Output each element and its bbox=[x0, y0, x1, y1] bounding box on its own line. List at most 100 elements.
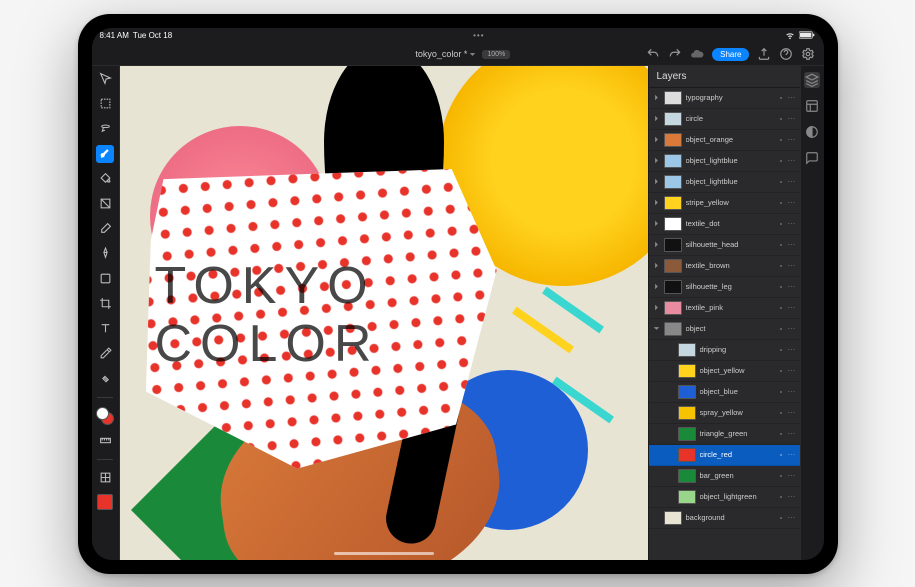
chevron-right-icon[interactable] bbox=[653, 220, 660, 227]
visibility-icon[interactable] bbox=[777, 388, 785, 396]
redo-button[interactable] bbox=[668, 47, 682, 61]
chevron-right-icon[interactable] bbox=[653, 304, 660, 311]
chevron-right-icon[interactable] bbox=[653, 199, 660, 206]
layer-row[interactable]: textile_brown⋯ bbox=[649, 256, 800, 277]
tool-type[interactable] bbox=[96, 320, 114, 338]
visibility-icon[interactable] bbox=[777, 493, 785, 501]
visibility-icon[interactable] bbox=[777, 409, 785, 417]
active-color-swatch[interactable] bbox=[97, 494, 113, 510]
tool-pen[interactable] bbox=[96, 245, 114, 263]
chevron-right-icon[interactable] bbox=[653, 178, 660, 185]
visibility-icon[interactable] bbox=[777, 178, 785, 186]
layers-list[interactable]: typography⋯circle⋯object_orange⋯object_l… bbox=[649, 88, 800, 560]
more-icon[interactable]: ⋯ bbox=[788, 283, 796, 291]
layer-row[interactable]: dripping⋯ bbox=[649, 340, 800, 361]
more-icon[interactable]: ⋯ bbox=[788, 388, 796, 396]
layer-row[interactable]: object⋯ bbox=[649, 319, 800, 340]
tool-gradient[interactable] bbox=[96, 195, 114, 213]
visibility-icon[interactable] bbox=[777, 346, 785, 354]
tool-brush[interactable] bbox=[96, 145, 114, 163]
more-icon[interactable]: ⋯ bbox=[788, 493, 796, 501]
export-icon[interactable] bbox=[757, 47, 771, 61]
properties-tab-icon[interactable] bbox=[804, 98, 820, 114]
layer-row[interactable]: object_orange⋯ bbox=[649, 130, 800, 151]
home-indicator[interactable] bbox=[334, 552, 434, 555]
visibility-icon[interactable] bbox=[777, 367, 785, 375]
visibility-icon[interactable] bbox=[777, 220, 785, 228]
layers-tab-icon[interactable] bbox=[804, 72, 820, 88]
chevron-right-icon[interactable] bbox=[653, 94, 660, 101]
visibility-icon[interactable] bbox=[777, 514, 785, 522]
tool-eyedrop[interactable] bbox=[96, 345, 114, 363]
more-icon[interactable]: ⋯ bbox=[788, 115, 796, 123]
layer-row[interactable]: triangle_green⋯ bbox=[649, 424, 800, 445]
visibility-icon[interactable] bbox=[777, 262, 785, 270]
chevron-right-icon[interactable] bbox=[653, 283, 660, 290]
visibility-icon[interactable] bbox=[777, 451, 785, 459]
layer-row[interactable]: object_yellow⋯ bbox=[649, 361, 800, 382]
layer-row[interactable]: object_blue⋯ bbox=[649, 382, 800, 403]
tool-grid[interactable] bbox=[96, 469, 114, 487]
comments-tab-icon[interactable] bbox=[804, 150, 820, 166]
layer-row[interactable]: silhouette_head⋯ bbox=[649, 235, 800, 256]
chevron-right-icon[interactable] bbox=[653, 157, 660, 164]
layer-row[interactable]: background⋯ bbox=[649, 508, 800, 529]
foreground-swatch[interactable] bbox=[96, 407, 109, 420]
layer-row[interactable]: spray_yellow⋯ bbox=[649, 403, 800, 424]
share-button[interactable]: Share bbox=[712, 48, 749, 61]
visibility-icon[interactable] bbox=[777, 115, 785, 123]
layer-row[interactable]: circle_red⋯ bbox=[649, 445, 800, 466]
more-icon[interactable]: ⋯ bbox=[788, 430, 796, 438]
visibility-icon[interactable] bbox=[777, 304, 785, 312]
layer-row[interactable]: circle⋯ bbox=[649, 109, 800, 130]
more-icon[interactable]: ⋯ bbox=[788, 94, 796, 102]
canvas[interactable]: TOKYO COLOR bbox=[120, 66, 648, 560]
visibility-icon[interactable] bbox=[777, 283, 785, 291]
tool-ruler[interactable] bbox=[96, 432, 114, 450]
layer-row[interactable]: silhouette_leg⋯ bbox=[649, 277, 800, 298]
tool-fill[interactable] bbox=[96, 170, 114, 188]
more-icon[interactable]: ⋯ bbox=[788, 451, 796, 459]
multitask-dots-icon[interactable]: ••• bbox=[473, 31, 484, 40]
adjustments-tab-icon[interactable] bbox=[804, 124, 820, 140]
more-icon[interactable]: ⋯ bbox=[788, 367, 796, 375]
layer-row[interactable]: bar_green⋯ bbox=[649, 466, 800, 487]
document-title-area[interactable]: tokyo_color * 100% bbox=[415, 49, 510, 59]
layer-row[interactable]: object_lightblue⋯ bbox=[649, 172, 800, 193]
layer-row[interactable]: textile_pink⋯ bbox=[649, 298, 800, 319]
visibility-icon[interactable] bbox=[777, 325, 785, 333]
undo-button[interactable] bbox=[646, 47, 660, 61]
visibility-icon[interactable] bbox=[777, 472, 785, 480]
cloud-sync-icon[interactable] bbox=[690, 47, 704, 61]
tool-shape[interactable] bbox=[96, 270, 114, 288]
layer-row[interactable]: stripe_yellow⋯ bbox=[649, 193, 800, 214]
layer-row[interactable]: typography⋯ bbox=[649, 88, 800, 109]
visibility-icon[interactable] bbox=[777, 430, 785, 438]
settings-gear-icon[interactable] bbox=[801, 47, 815, 61]
more-icon[interactable]: ⋯ bbox=[788, 325, 796, 333]
chevron-right-icon[interactable] bbox=[653, 115, 660, 122]
layer-row[interactable]: object_lightblue⋯ bbox=[649, 151, 800, 172]
chevron-right-icon[interactable] bbox=[653, 136, 660, 143]
chevron-right-icon[interactable] bbox=[653, 262, 660, 269]
more-icon[interactable]: ⋯ bbox=[788, 178, 796, 186]
more-icon[interactable]: ⋯ bbox=[788, 409, 796, 417]
chevron-down-icon[interactable] bbox=[653, 325, 660, 332]
more-icon[interactable]: ⋯ bbox=[788, 199, 796, 207]
visibility-icon[interactable] bbox=[777, 136, 785, 144]
help-icon[interactable] bbox=[779, 47, 793, 61]
tool-heal[interactable] bbox=[96, 370, 114, 388]
more-icon[interactable]: ⋯ bbox=[788, 304, 796, 312]
color-swatches[interactable] bbox=[96, 407, 114, 425]
more-icon[interactable]: ⋯ bbox=[788, 346, 796, 354]
chevron-right-icon[interactable] bbox=[653, 241, 660, 248]
more-icon[interactable]: ⋯ bbox=[788, 262, 796, 270]
more-icon[interactable]: ⋯ bbox=[788, 220, 796, 228]
more-icon[interactable]: ⋯ bbox=[788, 472, 796, 480]
more-icon[interactable]: ⋯ bbox=[788, 514, 796, 522]
tool-move[interactable] bbox=[96, 70, 114, 88]
visibility-icon[interactable] bbox=[777, 157, 785, 165]
layer-row[interactable]: object_lightgreen⋯ bbox=[649, 487, 800, 508]
zoom-level[interactable]: 100% bbox=[482, 50, 510, 59]
tool-crop[interactable] bbox=[96, 295, 114, 313]
